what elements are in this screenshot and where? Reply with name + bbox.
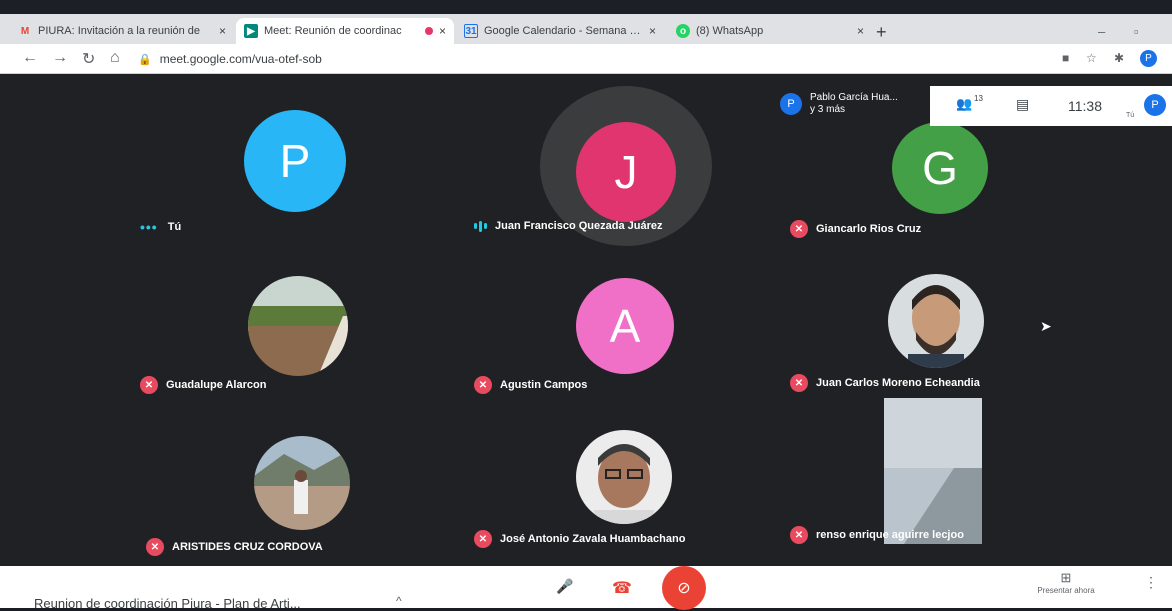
new-tab-button[interactable]: + (876, 22, 887, 43)
mouse-cursor-icon: ➤ (1040, 318, 1052, 334)
meet-icon: ▶ (244, 24, 258, 38)
clock-time: 11:38 (1068, 98, 1102, 114)
star-icon[interactable]: ☆ (1086, 51, 1097, 65)
close-tab-icon[interactable]: × (439, 24, 446, 38)
participant-avatar: A (576, 278, 674, 374)
participant-avatar: J (576, 122, 676, 222)
extensions-icon[interactable]: ✱ (1114, 51, 1124, 65)
mic-off-icon: ✕ (146, 538, 164, 556)
mic-off-icon: ✕ (790, 220, 808, 238)
mic-off-icon: ✕ (474, 376, 492, 394)
back-icon[interactable]: ← (22, 49, 38, 67)
chevron-up-icon[interactable]: ^ (396, 594, 402, 608)
restore-icon[interactable]: ▫ (1134, 24, 1139, 39)
participant-avatar: P (244, 110, 346, 212)
camera-off-button[interactable]: ⊘ (662, 566, 706, 610)
participant-avatar: G (892, 122, 988, 214)
mic-off-icon: ✕ (790, 374, 808, 392)
end-call-icon[interactable]: ☎ (612, 578, 632, 598)
mic-off-icon: ✕ (474, 530, 492, 548)
recording-dot-icon (424, 27, 433, 35)
calendar-icon: 31 (464, 24, 478, 38)
participant-name: ✕ ARISTIDES CRUZ CORDOVA (146, 538, 323, 556)
browser-toolbar: ← → ↻ ⌂ 🔒 meet.google.com/vua-otef-sob ■… (0, 44, 1172, 74)
minimize-icon[interactable]: – (1098, 24, 1105, 39)
screen: M PIURA: Invitación a la reunión de × ▶ … (0, 0, 1172, 611)
meet-profile-avatar[interactable]: P (1144, 94, 1166, 116)
chip-avatar: P (780, 93, 802, 115)
participant-name: ✕ Agustin Campos (474, 376, 587, 394)
tab-meet[interactable]: ▶ Meet: Reunión de coordinac × (236, 18, 454, 44)
participant-name: Juan Francisco Quezada Juárez (474, 220, 663, 232)
meeting-name[interactable]: Reunion de coordinación Piura - Plan de … (34, 596, 301, 611)
participant-name: ✕ renso enrique aguirre lecjoo (790, 526, 964, 544)
more-options-icon[interactable]: ••• (140, 219, 158, 235)
participant-name: ✕ Juan Carlos Moreno Echeandia (790, 374, 980, 392)
whatsapp-icon: o (676, 24, 690, 38)
tab-gmail[interactable]: M PIURA: Invitación a la reunión de × (10, 18, 234, 44)
mic-off-icon: ✕ (140, 376, 158, 394)
close-tab-icon[interactable]: × (649, 24, 656, 38)
home-icon[interactable]: ⌂ (110, 49, 120, 67)
present-icon: ⊞ (1060, 570, 1072, 585)
tab-whatsapp[interactable]: o (8) WhatsApp × (668, 18, 872, 44)
more-options-icon[interactable]: ⋮ (1144, 574, 1158, 591)
participant-photo (248, 276, 348, 376)
tab-calendar[interactable]: 31 Google Calendario - Semana del × (456, 18, 664, 44)
participant-photo (254, 436, 350, 530)
participant-name: ✕ Giancarlo Rios Cruz (790, 220, 921, 238)
close-tab-icon[interactable]: × (857, 24, 864, 38)
people-icon[interactable]: 👥 (956, 96, 972, 112)
speaking-indicator-icon (474, 220, 487, 232)
participant-photo (888, 274, 984, 368)
participant-photo (576, 430, 672, 524)
participant-name: ✕ Guadalupe Alarcon (140, 376, 266, 394)
address-bar[interactable]: 🔒 meet.google.com/vua-otef-sob (138, 48, 1038, 70)
participant-name: ✕ José Antonio Zavala Huambachano (474, 530, 685, 548)
present-now-button[interactable]: ⊞ Presentar ahora (1026, 570, 1106, 595)
participant-video (884, 398, 982, 544)
browser-profile-avatar[interactable]: P (1140, 50, 1157, 67)
chat-icon[interactable]: ▤ (1016, 96, 1029, 113)
url-text: meet.google.com/vua-otef-sob (159, 52, 322, 66)
gmail-icon: M (20, 25, 30, 37)
meet-top-bar: 👥 13 ▤ 11:38 Tú P (930, 86, 1172, 126)
participant-name-you: ••• Tú (140, 219, 182, 235)
reload-icon[interactable]: ↻ (82, 49, 95, 69)
participants-chip[interactable]: P Pablo García Hua... y 3 más (780, 92, 898, 116)
mic-off-icon: ✕ (790, 526, 808, 544)
you-label: Tú (1126, 112, 1135, 119)
close-tab-icon[interactable]: × (219, 24, 226, 38)
meet-video-grid: P ••• Tú J Juan Francisco Quezada Juárez… (0, 74, 1172, 568)
forward-icon[interactable]: → (52, 49, 68, 67)
meet-bottom-bar: Reunion de coordinación Piura - Plan de … (0, 566, 1172, 611)
browser-tab-strip: M PIURA: Invitación a la reunión de × ▶ … (0, 14, 1172, 44)
microphone-icon[interactable]: 🎤 (556, 578, 573, 595)
lock-icon: 🔒 (138, 53, 152, 66)
participant-count: 13 (974, 94, 983, 103)
camera-indicator-icon[interactable]: ■ (1062, 51, 1069, 65)
